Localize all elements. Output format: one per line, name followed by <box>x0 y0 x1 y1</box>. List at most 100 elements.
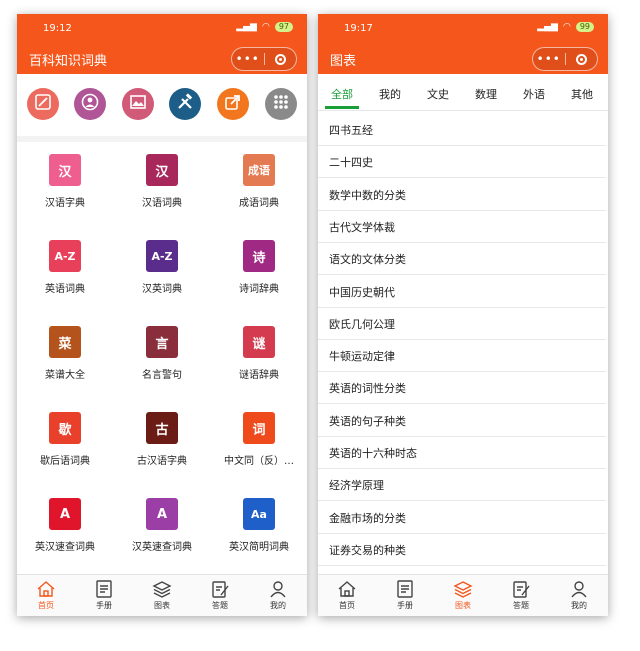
tab-label: 手册 <box>397 601 413 610</box>
status-time: 19:17 <box>344 23 373 34</box>
manual-icon <box>94 580 114 598</box>
page-title: 图表 <box>330 54 357 69</box>
poetry-icon: 诗 <box>243 240 275 272</box>
icon-glyph: 歇 <box>58 422 72 438</box>
dictionary-item[interactable]: 谜谜语辞典 <box>211 314 307 400</box>
list-item-label: 经济学原理 <box>329 479 384 493</box>
tab-label: 手册 <box>96 601 112 610</box>
shortcut-apps-grid[interactable] <box>265 88 297 120</box>
dictionary-label: 英汉简明词典 <box>229 542 289 553</box>
tab-manual[interactable]: 手册 <box>376 575 434 616</box>
tools-icon <box>176 93 194 115</box>
list-item[interactable]: 语文的文体分类 <box>318 242 606 276</box>
dictionary-item[interactable]: 词中文同（反）… <box>211 400 307 486</box>
chinese-english-icon: A-Z <box>146 240 178 272</box>
dictionary-item[interactable]: A-Z 英语词典 <box>17 228 113 314</box>
list-item[interactable]: 欧氏几何公理 <box>318 307 606 340</box>
list-item-label: 数学中数的分类 <box>329 188 406 202</box>
share-icon <box>224 93 242 115</box>
target-icon <box>575 53 587 65</box>
signal-icon: ▂▄▆ <box>236 22 257 32</box>
list-item[interactable]: 四书五经 <box>318 113 606 146</box>
list-item[interactable]: 金融市场的分类 <box>318 501 606 534</box>
dictionary-item[interactable]: 汉汉语字典 <box>17 142 113 228</box>
list-item-label: 英语的十六种时态 <box>329 447 417 460</box>
list-item-label: 牛顿运动定律 <box>329 350 395 364</box>
icon-glyph: A <box>156 506 168 522</box>
list-item[interactable]: 英语的句子种类 <box>318 404 606 437</box>
shortcut-row <box>17 74 307 142</box>
dictionary-item[interactable]: 歇歇后语词典 <box>17 400 113 486</box>
shortcut-profile[interactable] <box>74 88 106 120</box>
list-item[interactable]: 证券交易的种类 <box>318 533 606 566</box>
list-item[interactable]: 经济学原理 <box>318 468 606 502</box>
category-tabs: 全部 我的 文史 数理 外语 其他 <box>318 74 608 111</box>
tab-label: 图表 <box>455 601 471 610</box>
tab-home[interactable]: 首页 <box>17 575 75 616</box>
icon-glyph: 汉 <box>58 164 72 180</box>
chinese-english-quick-icon: A <box>146 498 178 530</box>
tab-quiz[interactable]: 答题 <box>191 575 249 616</box>
list-item[interactable]: 英语的词性分类 <box>318 371 606 405</box>
list-item[interactable]: 中国历史朝代 <box>318 275 606 308</box>
dictionary-item[interactable]: A-Z 汉英词典 <box>114 228 210 314</box>
dictionary-item[interactable]: 言名言警句 <box>114 314 210 400</box>
tab-quiz[interactable]: 答题 <box>492 575 550 616</box>
more-menu-button[interactable]: ••• <box>232 48 264 70</box>
dictionary-item[interactable]: 汉汉语词典 <box>114 142 210 228</box>
profile-icon <box>81 93 99 115</box>
shortcut-share[interactable] <box>217 88 249 120</box>
tab-layers[interactable]: 图表 <box>434 575 492 616</box>
close-miniprogram-button[interactable] <box>265 53 297 65</box>
tab-layers[interactable]: 图表 <box>133 575 191 616</box>
dictionary-item[interactable]: 诗诗词辞典 <box>211 228 307 314</box>
list-item[interactable]: 数学中数的分类 <box>318 178 606 211</box>
dictionary-label: 汉语字典 <box>45 198 85 209</box>
tab-profile[interactable]: 我的 <box>550 575 608 616</box>
list-item[interactable]: 二十四史 <box>318 145 606 179</box>
list-item[interactable]: 英语的十六种时态 <box>318 436 606 469</box>
category-tab[interactable]: 其他 <box>558 86 606 102</box>
shortcut-tools[interactable] <box>169 88 201 120</box>
category-tab[interactable]: 我的 <box>366 86 414 102</box>
dictionary-item[interactable]: A 汉英速查词典 <box>114 486 210 572</box>
profile-icon <box>268 580 288 598</box>
dictionary-label: 中文同（反）… <box>224 456 294 467</box>
close-miniprogram-button[interactable] <box>566 53 598 65</box>
icon-glyph: 谜 <box>252 336 266 352</box>
dictionary-item[interactable]: 成语 成语词典 <box>211 142 307 228</box>
tab-label: 图表 <box>154 601 170 610</box>
layers-icon <box>152 580 172 598</box>
category-tab[interactable]: 文史 <box>414 86 462 102</box>
icon-glyph: 诗 <box>252 250 266 266</box>
nav-bar: 图表 ••• <box>318 42 608 74</box>
home-screen: 19:12 ▂▄▆ ◠ 97 百科知识词典 ••• 汉汉语字典汉汉语词典 成语 成语… <box>17 14 307 616</box>
status-time: 19:12 <box>43 23 72 34</box>
shortcut-picture[interactable] <box>122 88 154 120</box>
dictionary-item[interactable]: Aa 英汉简明词典 <box>211 486 307 572</box>
charts-screen: 19:17 ▂▄▆ ◠ 99 图表 ••• 全部 我的 文史 数理 外语 其他 四书五经二… <box>318 14 608 616</box>
category-tab[interactable]: 外语 <box>510 86 558 102</box>
list-item[interactable]: 古代文学体裁 <box>318 210 606 243</box>
list-item-label: 证券交易的种类 <box>329 543 406 557</box>
concise-dictionary-icon: Aa <box>243 498 275 530</box>
shortcut-pen[interactable] <box>27 88 59 120</box>
category-tab[interactable]: 全部 <box>318 86 366 102</box>
icon-glyph: A-Z <box>54 249 76 263</box>
icon-glyph: 词 <box>252 422 266 438</box>
list-item-label: 古代文学体裁 <box>329 220 395 234</box>
category-tab[interactable]: 数理 <box>462 86 510 102</box>
dictionary-item[interactable]: 古古汉语字典 <box>114 400 210 486</box>
idiom-book-icon: 成语 <box>243 154 275 186</box>
dictionary-label: 汉英速查词典 <box>132 542 192 553</box>
tab-home[interactable]: 首页 <box>318 575 376 616</box>
tab-manual[interactable]: 手册 <box>75 575 133 616</box>
tab-bar: 首页 手册 图表 答题 我的 <box>17 574 307 616</box>
dictionary-item[interactable]: 菜菜谱大全 <box>17 314 113 400</box>
apps-grid-icon <box>272 93 290 115</box>
dictionary-item[interactable]: A 英汉速查词典 <box>17 486 113 572</box>
list-item[interactable]: 牛顿运动定律 <box>318 339 606 373</box>
more-menu-button[interactable]: ••• <box>533 48 565 70</box>
list-item-label: 语文的文体分类 <box>329 253 406 267</box>
tab-profile[interactable]: 我的 <box>249 575 307 616</box>
